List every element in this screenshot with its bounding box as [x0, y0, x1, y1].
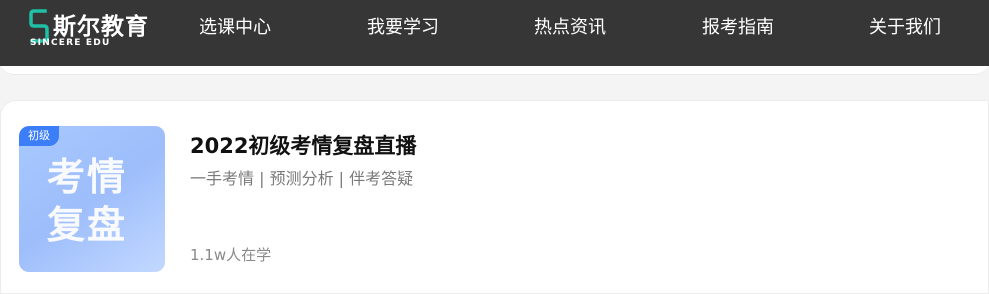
course-cover[interactable]: 初级 考情 复盘 — [19, 126, 165, 272]
brand-name: 斯尔教育 — [53, 14, 149, 40]
course-card[interactable]: 初级 考情 复盘 2022初级考情复盘直播 一手考情 | 预测分析 | 伴考答疑… — [0, 100, 989, 294]
top-header: 斯尔教育 SINCERE EDU 选课中心 我要学习 热点资讯 报考指南 关于我… — [0, 0, 989, 66]
nav-exam-guide[interactable]: 报考指南 — [702, 0, 774, 56]
course-title[interactable]: 2022初级考情复盘直播 — [190, 130, 416, 160]
brand-subtitle: SINCERE EDU — [30, 38, 111, 48]
course-level-badge: 初级 — [19, 126, 59, 146]
nav-my-learning[interactable]: 我要学习 — [367, 0, 439, 56]
nav-about-us[interactable]: 关于我们 — [869, 0, 941, 56]
course-tags: 一手考情 | 预测分析 | 伴考答疑 — [190, 169, 414, 188]
course-cover-text-line2: 复盘 — [47, 203, 128, 247]
course-student-count: 1.1w人在学 — [190, 246, 272, 264]
nav-hot-news[interactable]: 热点资讯 — [534, 0, 606, 56]
nav-course-center[interactable]: 选课中心 — [199, 0, 271, 56]
course-cover-text-line1: 考情 — [47, 155, 128, 199]
